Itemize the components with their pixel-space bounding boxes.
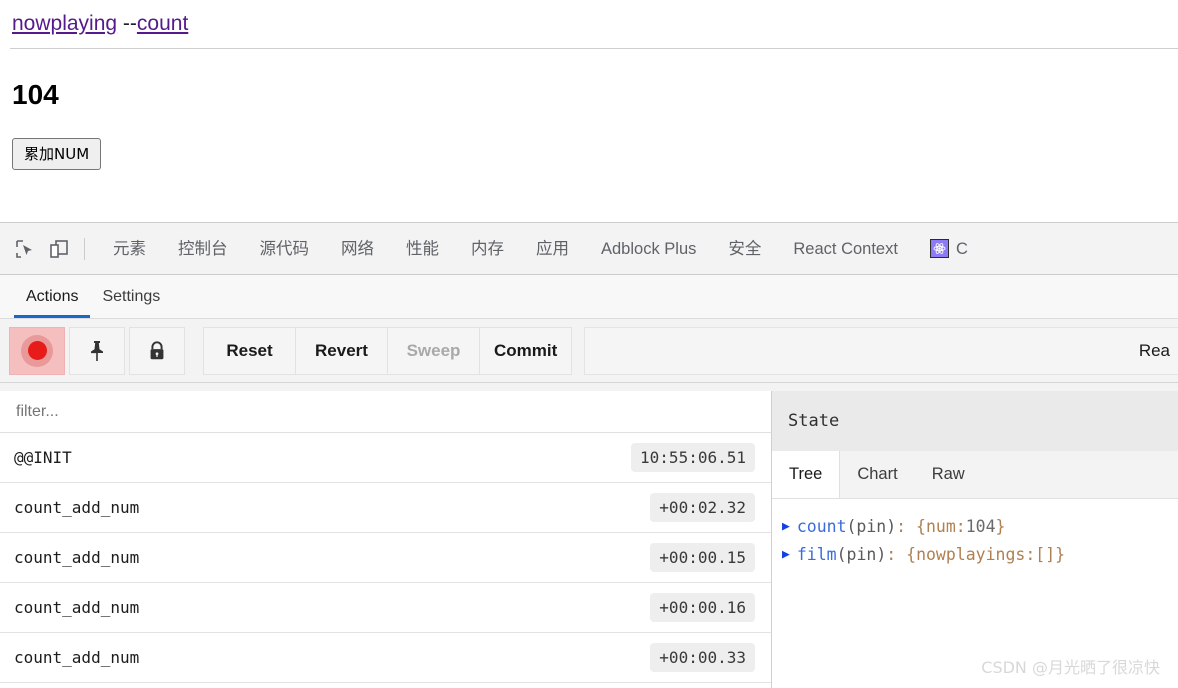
devtools-tab-network[interactable]: 网络 [325,223,390,274]
state-tab-raw[interactable]: Raw [915,451,982,498]
action-name: @@INIT [14,448,72,467]
chevron-right-icon[interactable]: ▶ [782,541,790,569]
state-open-brace: : { [886,545,917,564]
page-divider [10,48,1178,49]
redux-subtabs: Actions Settings [0,275,1178,319]
state-tree-node-film[interactable]: ▶ film (pin) : { nowplayings: [] } [780,541,1178,569]
state-prop-value: 104 [965,517,996,536]
action-name: count_add_num [14,648,140,667]
link-separator: -- [117,12,137,35]
redux-action-buttons: Reset Revert Sweep Commit [203,326,573,375]
state-tree-node-count[interactable]: ▶ count (pin) : { num: 104 } [780,513,1178,541]
web-page-area: nowplaying --count 104 累加NUM [0,0,1178,222]
table-row[interactable]: count_add_num +00:00.33 [0,633,771,683]
lock-icon [150,340,164,359]
devtools-tab-memory[interactable]: 内存 [455,223,520,274]
filter-row [0,391,771,433]
devtools-tab-application[interactable]: 应用 [520,223,585,274]
inspect-element-icon[interactable] [8,232,42,266]
action-timestamp: +00:02.32 [650,493,755,522]
pin-icon [91,340,103,361]
lock-toggle-button[interactable] [129,326,185,375]
record-toggle-button[interactable] [9,326,65,375]
state-open-brace: : { [896,517,926,536]
devtools-panel: 元素 控制台 源代码 网络 性能 内存 应用 Adblock Plus 安全 R… [0,222,1178,688]
devtools-tab-elements[interactable]: 元素 [97,223,162,274]
table-row[interactable]: count_add_num +00:02.32 [0,483,771,533]
add-num-button[interactable]: 累加NUM [12,138,102,170]
table-row[interactable]: count_add_num +00:00.16 [0,583,771,633]
state-key: count [796,517,847,536]
redux-toolbar: Reset Revert Sweep Commit Rea [0,319,1178,383]
state-key: film [796,545,837,564]
state-tree: ▶ count (pin) : { num: 104 } ▶ film (pin… [772,499,1178,569]
toolbar-overflow-slot[interactable]: Rea [584,326,1178,375]
devtools-tab-adblock-plus[interactable]: Adblock Plus [585,223,712,274]
redux-subtab-actions[interactable]: Actions [14,288,91,318]
action-timestamp: +00:00.33 [650,643,755,672]
action-timestamp: +00:00.16 [650,593,755,622]
redux-subtab-settings[interactable]: Settings [90,288,172,318]
devtools-tab-react-context[interactable]: React Context [777,223,914,274]
action-name: count_add_num [14,598,140,617]
state-prop-name: num: [925,517,966,536]
state-prop-value: [] [1035,545,1056,564]
state-tab-tree[interactable]: Tree [772,451,841,498]
devtools-tab-components-label: C [955,239,968,258]
chevron-right-icon[interactable]: ▶ [782,513,790,541]
state-panel-title: State [772,391,1178,451]
count-value: 104 [12,79,59,110]
devtools-tab-console[interactable]: 控制台 [162,223,244,274]
nav-link-count[interactable]: count [137,12,188,35]
record-dot [27,341,47,360]
action-name: count_add_num [14,548,140,567]
state-tabs: Tree Chart Raw [772,451,1178,499]
table-row[interactable]: count_add_num +00:00.15 [0,533,771,583]
action-timestamp: 10:55:06.51 [631,443,755,472]
state-prop-name: nowplayings: [916,545,1036,564]
state-close-brace: } [995,517,1006,536]
device-toolbar-icon[interactable] [42,232,76,266]
csdn-watermark: CSDN @月光晒了很凉快 [981,658,1160,677]
react-atom-icon [929,239,949,258]
state-pin-label: (pin) [836,545,887,564]
action-timestamp: +00:00.15 [650,543,755,572]
redux-body: @@INIT 10:55:06.51 count_add_num +00:02.… [0,391,1178,688]
state-tab-chart[interactable]: Chart [840,451,914,498]
devtools-tab-components[interactable]: C [914,223,972,274]
filter-input[interactable] [14,401,314,422]
devtools-tabbar: 元素 控制台 源代码 网络 性能 内存 应用 Adblock Plus 安全 R… [0,223,1178,275]
devtools-tab-security[interactable]: 安全 [712,223,777,274]
state-pin-label: (pin) [846,517,897,536]
commit-button[interactable]: Commit [479,326,573,375]
table-row[interactable]: @@INIT 10:55:06.51 [0,433,771,483]
nav-link-nowplaying[interactable]: nowplaying [12,12,117,35]
nav-links: nowplaying --count [0,0,1178,37]
revert-button[interactable]: Revert [295,326,387,375]
record-icon [21,334,53,367]
sweep-button: Sweep [387,326,479,375]
pin-toggle-button[interactable] [69,326,125,375]
actions-panel: @@INIT 10:55:06.51 count_add_num +00:02.… [0,391,772,688]
state-panel: State Tree Chart Raw ▶ count (pin) : { n… [772,391,1178,688]
devtools-tab-performance[interactable]: 性能 [390,223,455,274]
state-close-brace: } [1055,545,1066,564]
devtools-tab-sources[interactable]: 源代码 [244,223,326,274]
reset-button[interactable]: Reset [203,326,295,375]
action-name: count_add_num [14,498,140,517]
toolbar-separator [84,237,85,260]
